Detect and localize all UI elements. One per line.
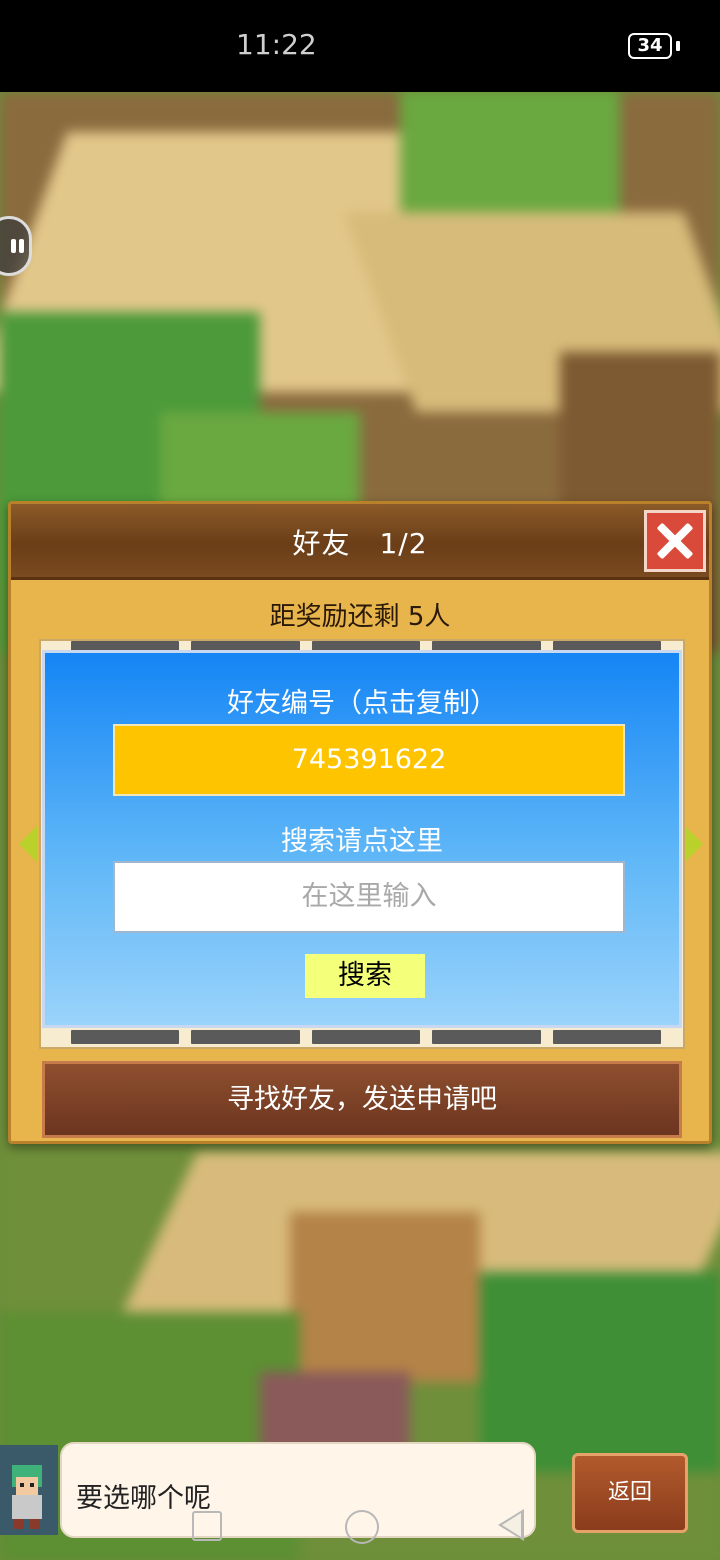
panel-stripes-bottom bbox=[71, 1030, 662, 1044]
nav-square-icon[interactable] bbox=[192, 1511, 222, 1541]
navigation-bar bbox=[0, 1506, 720, 1546]
battery-tip bbox=[676, 41, 680, 51]
dialog-title: 好友 1/2 bbox=[292, 527, 428, 560]
find-friends-button[interactable]: 寻找好友，发送申请吧 bbox=[42, 1061, 682, 1138]
arrow-right-icon[interactable] bbox=[685, 826, 703, 862]
friend-code-panel: 好友编号（点击复制） 745391622 搜索请点这里 在这里输入 搜索 bbox=[42, 650, 682, 1028]
nav-home-icon[interactable] bbox=[345, 1510, 379, 1544]
search-label: 搜索请点这里 bbox=[281, 826, 443, 857]
friend-code-label[interactable]: 好友编号（点击复制） bbox=[45, 681, 679, 720]
search-input[interactable]: 在这里输入 bbox=[113, 861, 625, 933]
close-icon[interactable] bbox=[644, 510, 706, 572]
battery-icon: 34 bbox=[628, 33, 672, 59]
pause-icon[interactable] bbox=[0, 216, 32, 276]
dialog-header: 好友 1/2 bbox=[11, 504, 709, 580]
clock: 11:22 bbox=[236, 28, 317, 61]
search-button[interactable]: 搜索 bbox=[305, 954, 425, 998]
friend-dialog: 好友 1/2 距奖励还剩 5人 好友编号（点击复制） 745391622 搜索请… bbox=[8, 501, 712, 1144]
status-bar: 11:22 34 bbox=[0, 0, 720, 92]
arrow-left-icon[interactable] bbox=[19, 826, 37, 862]
reward-remaining-text: 距奖励还剩 5人 bbox=[269, 602, 451, 632]
nav-back-icon[interactable] bbox=[498, 1509, 524, 1541]
friend-code-value[interactable]: 745391622 bbox=[113, 724, 625, 796]
